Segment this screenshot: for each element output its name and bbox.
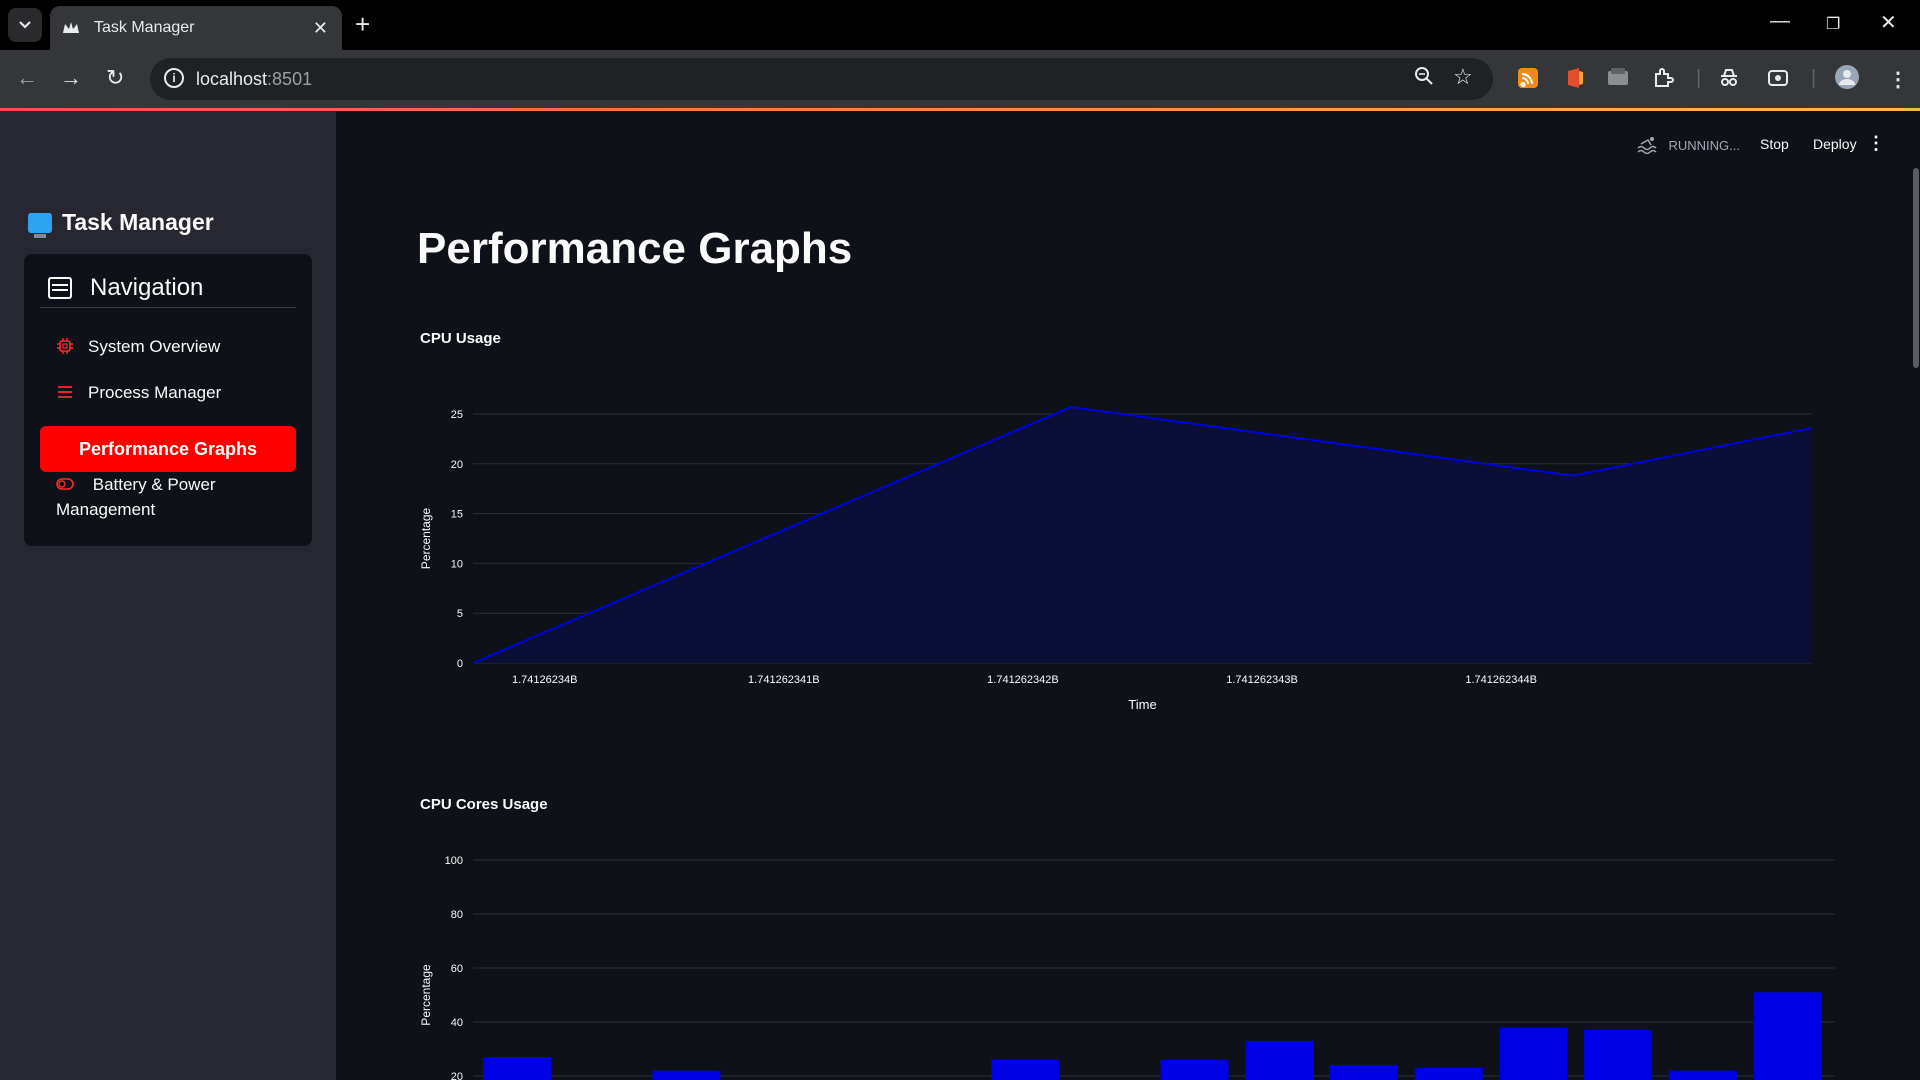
sidebar: Task Manager Navigation System Overview … [0, 111, 336, 1080]
y-tick-label: 40 [451, 1017, 463, 1029]
nav-item-battery-power[interactable]: Battery & Power Management [40, 472, 296, 522]
y-tick-label: 60 [451, 963, 463, 975]
back-icon[interactable]: ← [16, 65, 38, 91]
running-status: RUNNING... [1636, 136, 1740, 154]
restore-icon[interactable]: ❐ [1826, 14, 1840, 34]
core-bar [1499, 1027, 1568, 1080]
incognito-spy-icon[interactable] [1718, 67, 1740, 93]
toolbar-divider: | [1696, 67, 1702, 89]
new-tab-button[interactable]: + [355, 10, 370, 38]
address-bar[interactable]: i localhost:8501 ☆ [150, 58, 1493, 100]
tab-search-button[interactable] [8, 8, 42, 42]
y-tick-label: 10 [451, 558, 463, 570]
browser-menu-icon[interactable]: ⋮ [1888, 67, 1908, 92]
server-list-icon [48, 276, 72, 299]
x-tick-label: 1.741262341B [748, 674, 820, 686]
deploy-button[interactable]: Deploy [1813, 136, 1857, 152]
y-tick-label: 15 [451, 509, 463, 521]
cpu-cores-chart[interactable]: 20 40 60 80 100 Percentage [415, 845, 1835, 1080]
extensions-puzzle-icon[interactable] [1652, 67, 1674, 95]
toggle-icon [56, 478, 74, 490]
screenshot-extension-icon[interactable] [1767, 67, 1789, 95]
nav-item-process-manager[interactable]: Process Manager [40, 380, 296, 405]
site-info-icon[interactable]: i [164, 68, 184, 88]
rss-extension-icon[interactable] [1517, 67, 1539, 95]
forward-icon[interactable]: → [60, 65, 82, 91]
sidebar-title: Task Manager [28, 209, 214, 238]
y-tick-label: 20 [451, 459, 463, 471]
computer-monitor-icon [28, 212, 52, 238]
cpu-usage-chart-title: CPU Usage [420, 330, 501, 347]
x-tick-label: 1.741262344B [1465, 674, 1537, 686]
nav-item-system-overview[interactable]: System Overview [40, 334, 296, 359]
x-tick-label: 1.741262342B [987, 674, 1059, 686]
streamlit-crown-icon [63, 22, 79, 33]
y-tick-label: 80 [451, 909, 463, 921]
navigation-header: Navigation [40, 268, 296, 308]
cpu-usage-chart[interactable]: 0 5 10 15 20 25 1.74126234B 1.741262341B 1.74126… [415, 390, 1835, 720]
y-axis-label: Percentage [419, 507, 433, 569]
bookmark-star-icon[interactable]: ☆ [1453, 64, 1473, 90]
y-tick-label: 25 [451, 409, 463, 421]
cpu-icon [57, 338, 73, 354]
cpu-cores-chart-title: CPU Cores Usage [420, 796, 548, 813]
core-bar [1668, 1070, 1737, 1080]
stop-button[interactable]: Stop [1760, 136, 1789, 152]
core-bar [1330, 1065, 1398, 1080]
swimmer-icon [1636, 137, 1657, 154]
main-menu-icon[interactable]: ⋮ [1867, 133, 1885, 154]
navigation-menu: Navigation System Overview Process Manag… [24, 254, 312, 546]
y-tick-label: 5 [457, 608, 463, 620]
window-extension-icon[interactable] [1607, 67, 1629, 93]
profile-avatar[interactable] [1834, 64, 1860, 96]
core-bar [1245, 1040, 1314, 1080]
page-scrollbar[interactable] [1913, 168, 1919, 368]
app-header: RUNNING... Stop Deploy ⋮ [336, 111, 1920, 171]
list-icon [58, 386, 72, 398]
close-window-icon[interactable]: ✕ [1880, 10, 1897, 35]
page-title: Performance Graphs [417, 224, 853, 273]
tab-title: Task Manager [94, 19, 195, 36]
url-text: localhost:8501 [196, 69, 313, 89]
minimize-icon[interactable]: — [1770, 10, 1790, 33]
core-bar [1753, 992, 1822, 1080]
close-tab-icon[interactable]: ✕ [313, 18, 328, 39]
reload-icon[interactable]: ↻ [106, 65, 124, 91]
core-bar [483, 1057, 551, 1080]
x-tick-label: 1.741262343B [1226, 674, 1298, 686]
cpu-usage-area [473, 407, 1812, 663]
toolbar-divider: | [1811, 67, 1817, 89]
core-bar [991, 1059, 1060, 1080]
y-axis-label: Percentage [419, 964, 433, 1026]
browser-tab-strip: Task Manager ✕ + — ❐ ✕ [0, 0, 1920, 50]
core-bar [1414, 1067, 1483, 1080]
nav-item-performance-graphs[interactable]: Performance Graphs [40, 426, 296, 472]
x-tick-label: 1.74126234B [512, 674, 577, 686]
core-bar [652, 1070, 721, 1080]
y-tick-label: 100 [445, 855, 463, 867]
x-axis-label: Time [1128, 697, 1156, 712]
chevron-down-icon [19, 21, 31, 29]
core-bar [1584, 1030, 1653, 1080]
y-tick-label: 0 [457, 658, 463, 670]
zoom-icon[interactable] [1414, 66, 1434, 92]
core-bar [1160, 1059, 1229, 1080]
browser-tab[interactable]: Task Manager ✕ [50, 6, 342, 50]
y-tick-label: 20 [451, 1071, 463, 1080]
office-extension-icon[interactable] [1565, 67, 1585, 95]
